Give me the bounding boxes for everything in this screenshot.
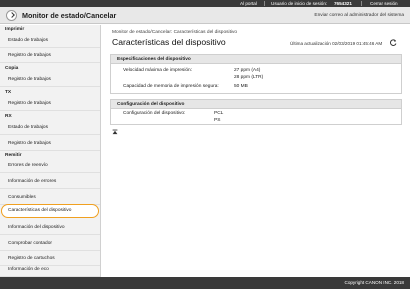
breadcrumb: Monitor de estado/Cancelar: Característi…	[112, 30, 238, 35]
sidebar-item-label: Errores de reenvío	[8, 163, 48, 168]
separator	[361, 1, 362, 6]
portal-link[interactable]: Al portal	[240, 1, 257, 6]
sidebar-item-label: Estado de trabajos	[8, 125, 49, 130]
memory-value: 50 MB	[234, 84, 248, 89]
login-user-value: 7654321	[334, 1, 352, 6]
speed-a4-value: 27 ppm (A4)	[234, 68, 261, 73]
sidebar-item-consumibles[interactable]: Consumibles	[0, 191, 100, 205]
sidebar-item-estado-trabajos[interactable]: Estado de trabajos	[0, 121, 100, 135]
sidebar-item-comprobar-contador[interactable]: Comprobar contador	[0, 237, 100, 251]
sidebar-item-label: Registro de trabajos	[8, 53, 51, 58]
sidebar-item-label: Registro de cartuchos	[8, 256, 55, 261]
back-arrow-icon[interactable]	[6, 10, 17, 21]
sidebar-item-label: Registro de trabajos	[8, 141, 51, 146]
sidebar-item-label: Información de errores	[8, 179, 57, 184]
sidebar-item-errores-reenvio[interactable]: Errores de reenvío	[0, 159, 100, 173]
sidebar-section-rx: RX	[5, 114, 12, 119]
header: Monitor de estado/Cancelar Enviar correo…	[0, 7, 410, 24]
main-content: Monitor de estado/Cancelar: Característi…	[102, 25, 410, 277]
copyright-text: Copyright CANON INC. 2018	[344, 280, 405, 285]
login-user-label: Usuario de inicio de sesión:	[271, 1, 328, 6]
sidebar-section-remitir: Remitir	[5, 153, 22, 158]
separator	[264, 1, 265, 6]
admin-mail-link[interactable]: Enviar correo al administrador del siste…	[314, 13, 404, 18]
app-title: Monitor de estado/Cancelar	[22, 11, 117, 20]
refresh-icon[interactable]	[390, 39, 397, 46]
sidebar-item-informacion-eco[interactable]: Información de eco	[0, 263, 100, 277]
sidebar-section-copia: Copia	[5, 66, 19, 71]
config-panel: Configuración del dispositivo Configurac…	[110, 99, 402, 125]
sidebar-section-imprimir: Imprimir	[5, 27, 25, 32]
sidebar-item-estado-trabajos[interactable]: Estado de trabajos	[0, 34, 100, 48]
sidebar-item-caracteristicas-dispositivo[interactable]: Características del dispositivo	[1, 204, 99, 218]
specs-panel: Especificaciones del dispositivo Velocid…	[110, 54, 402, 94]
config-heading: Configuración del dispositivo	[111, 100, 401, 109]
sidebar-item-label: Comprobar contador	[8, 241, 52, 246]
memory-label: Capacidad de memoria de impresión segura…	[123, 84, 219, 89]
sidebar-item-label: Registro de trabajos	[8, 101, 51, 106]
sidebar-item-label: Consumibles	[8, 195, 36, 200]
last-update-text: Última actualización 02/03/2019 01:45:46…	[290, 41, 383, 46]
sidebar-section-tx: TX	[5, 90, 12, 95]
sidebar-item-label: Registro de trabajos	[8, 77, 51, 82]
footer: Copyright CANON INC. 2018	[0, 277, 410, 289]
sidebar-item-registro-trabajos[interactable]: Registro de trabajos	[0, 49, 100, 63]
sidebar-item-label: Estado de trabajos	[8, 38, 49, 43]
config-label: Configuración del dispositivo:	[123, 111, 186, 116]
speed-ltr-value: 28 ppm (LTR)	[234, 75, 264, 80]
sidebar-item-label: Características del dispositivo	[8, 208, 72, 213]
sidebar-item-registro-trabajos[interactable]: Registro de trabajos	[0, 97, 100, 111]
top-bar: Al portal Usuario de inicio de sesión: 7…	[0, 0, 410, 7]
sidebar-item-registro-trabajos[interactable]: Registro de trabajos	[0, 73, 100, 87]
logout-link[interactable]: Cerrar sesión	[370, 1, 398, 6]
sidebar: Imprimir Estado de trabajos Registro de …	[0, 25, 101, 277]
page-title: Características del dispositivo	[112, 37, 226, 47]
sidebar-item-informacion-dispositivo[interactable]: Información del dispositivo	[0, 221, 100, 235]
specs-heading: Especificaciones del dispositivo	[111, 55, 401, 64]
sidebar-item-informacion-errores[interactable]: Información de errores	[0, 175, 100, 189]
sidebar-item-label: Información del dispositivo	[8, 225, 65, 230]
back-to-top-icon[interactable]	[112, 129, 118, 135]
sidebar-item-label: Información de eco	[8, 267, 49, 272]
sidebar-item-registro-trabajos[interactable]: Registro de trabajos	[0, 137, 100, 151]
config-value-pcl: PCL	[214, 111, 224, 116]
speed-label: Velocidad máxima de impresión:	[123, 68, 193, 73]
config-value-ps: PS	[214, 118, 221, 123]
